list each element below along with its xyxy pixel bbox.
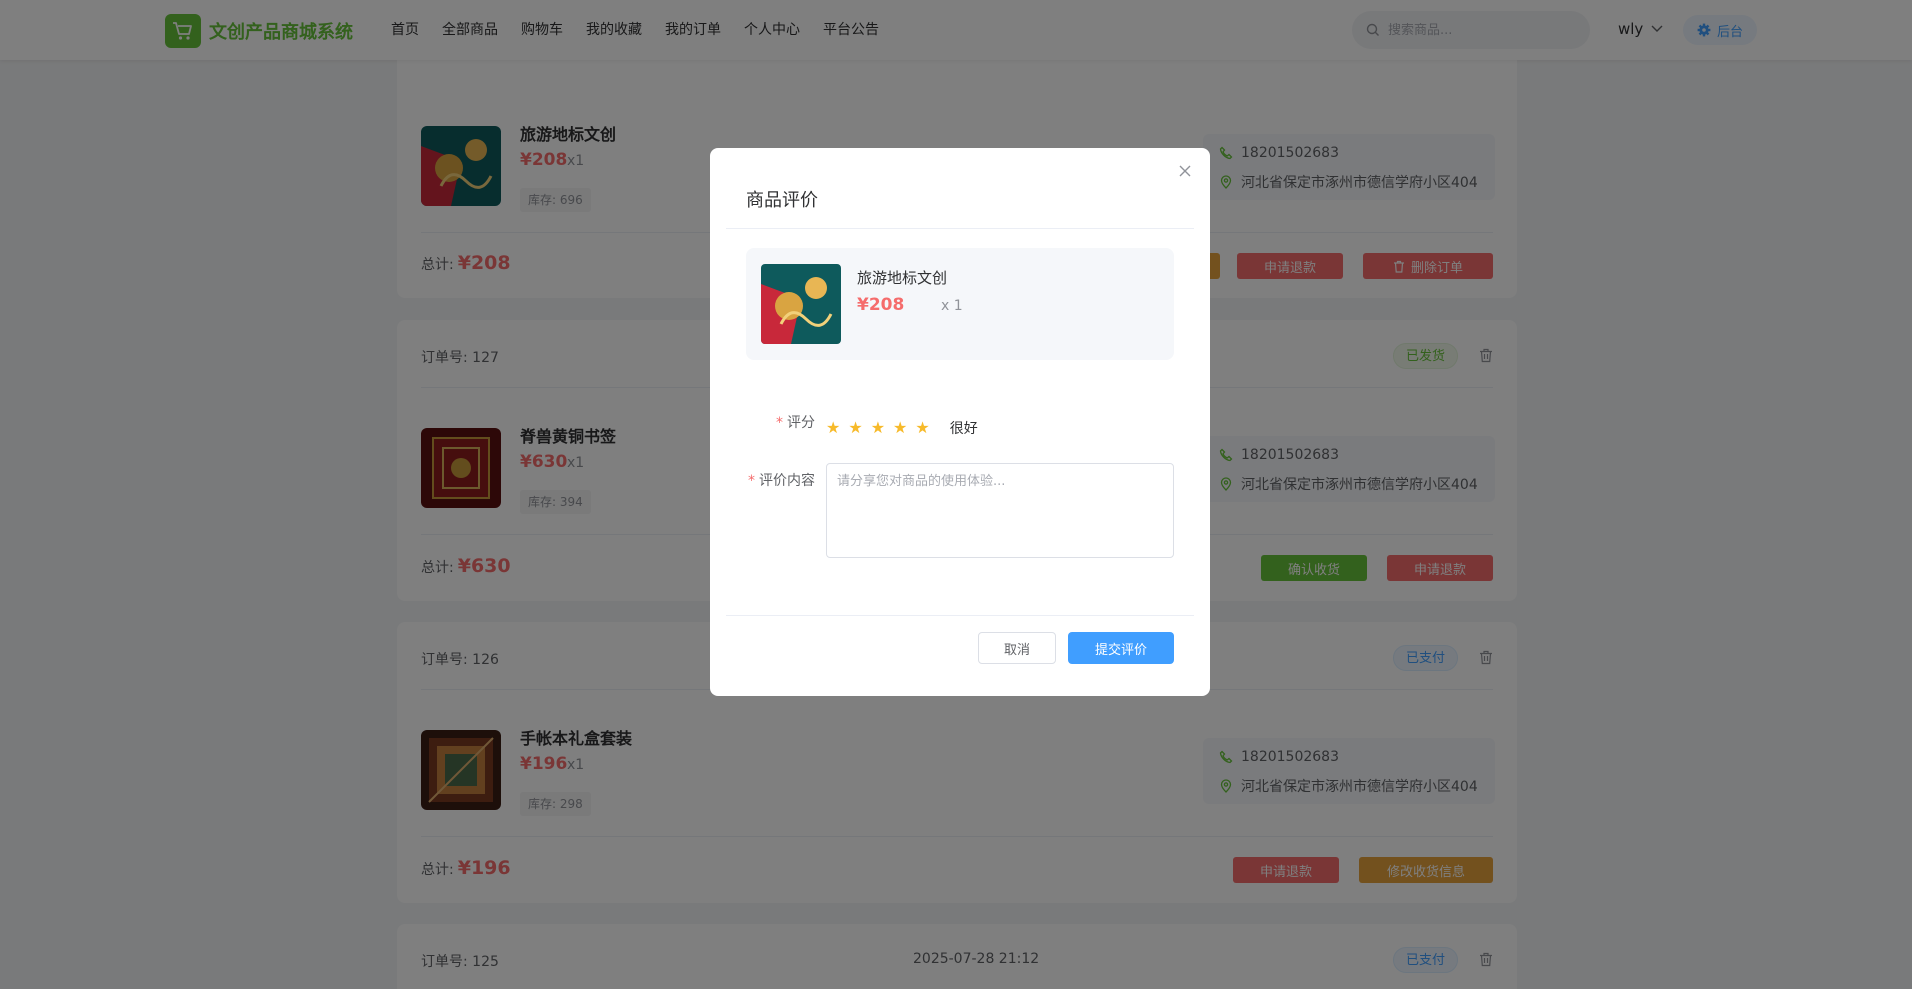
star-icon[interactable]: ★ <box>893 419 907 437</box>
divider <box>726 615 1194 616</box>
star-icon[interactable]: ★ <box>848 419 862 437</box>
product-name: 旅游地标文创 <box>857 269 948 287</box>
review-product-card: 旅游地标文创 ¥208 x 1 <box>746 248 1174 360</box>
rating-label: * 评分 <box>776 415 815 431</box>
product-price: ¥208 <box>857 295 905 315</box>
rating-text: 很好 <box>949 421 978 437</box>
star-icon[interactable]: ★ <box>826 419 840 437</box>
review-dialog: 商品评价 旅游地标文创 ¥208 x 1 * 评分 ★ ★ ★ ★ ★ 很好 * 评… <box>710 148 1210 696</box>
submit-review-button[interactable]: 提交评价 <box>1068 632 1174 664</box>
product-image <box>761 264 841 344</box>
star-rating[interactable]: ★ ★ ★ ★ ★ 很好 <box>826 418 978 438</box>
review-content-textarea[interactable] <box>826 463 1174 558</box>
product-qty: x 1 <box>941 298 963 314</box>
divider <box>726 228 1194 229</box>
content-label: * 评价内容 <box>748 473 815 489</box>
close-icon[interactable] <box>1178 164 1192 178</box>
cancel-button[interactable]: 取消 <box>978 632 1056 664</box>
star-icon[interactable]: ★ <box>915 419 929 437</box>
star-icon[interactable]: ★ <box>871 419 885 437</box>
dialog-title: 商品评价 <box>746 190 818 211</box>
